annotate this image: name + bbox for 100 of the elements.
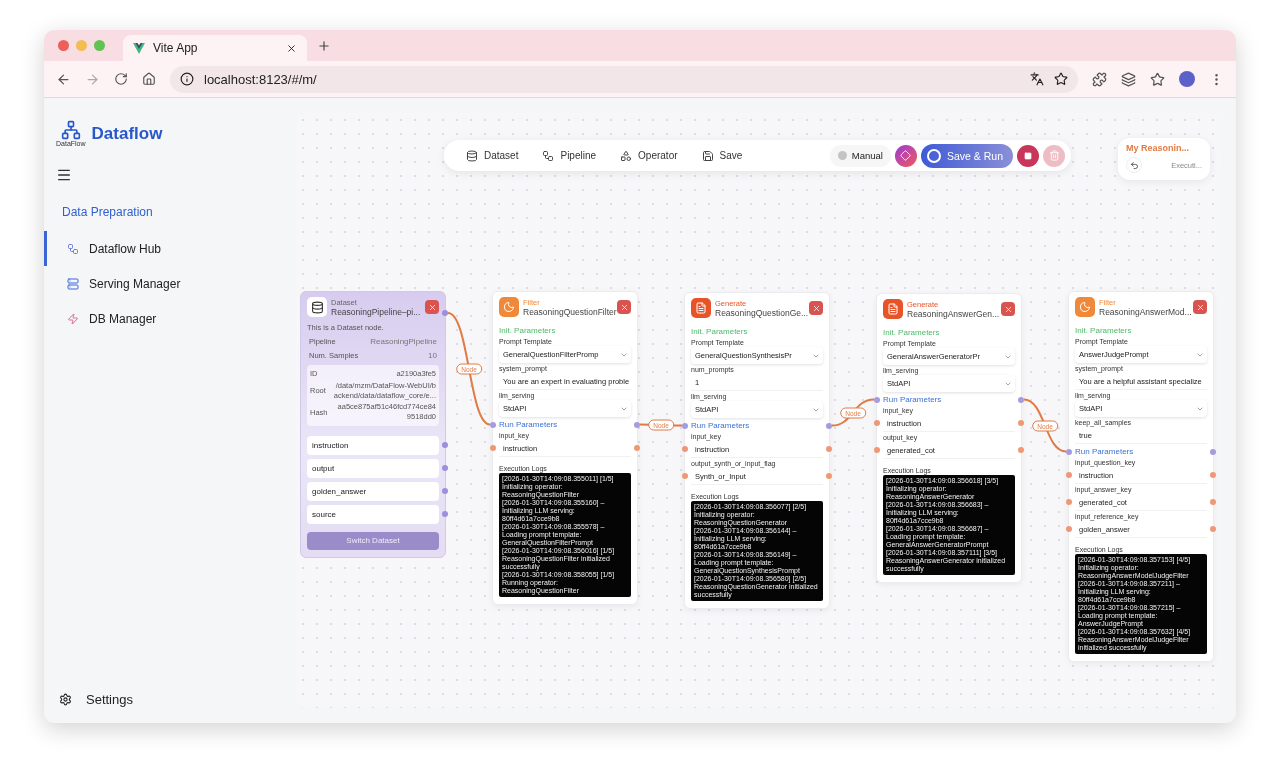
node-title: ReasoningPipeline–pi... [331,306,421,317]
save-run-button[interactable]: Save & Run [920,143,1013,168]
back-icon[interactable] [56,71,71,87]
node-title: ReasoningAnswerGen... [907,308,997,319]
stop-button[interactable] [1017,144,1039,167]
port-handle[interactable] [826,473,832,479]
undo-button[interactable] [1126,157,1142,173]
toolbar-button[interactable]: Save [691,149,753,162]
x-icon [619,302,629,312]
port-handle[interactable] [442,511,448,518]
section-title: Run Parameters [883,395,1015,404]
port-handle[interactable] [634,445,640,451]
port-handle[interactable] [1018,420,1024,426]
forward-icon[interactable] [85,71,100,87]
port-handle[interactable] [682,422,688,429]
operator-node[interactable] [876,293,1022,583]
workflow-icon [542,149,555,162]
x-icon [1195,302,1205,312]
port-handle[interactable] [442,310,448,316]
translate-icon[interactable] [1030,72,1044,86]
operator-node[interactable] [492,291,638,605]
operator-node[interactable] [1068,291,1214,662]
section-title: Run Parameters [691,421,823,430]
port-handle[interactable] [1066,499,1072,505]
new-tab-button[interactable] [317,38,331,53]
manual-toggle[interactable]: Manual [829,144,891,167]
port-handle[interactable] [1066,526,1072,532]
menu-button[interactable] [56,167,72,183]
info-icon[interactable] [180,72,194,86]
window-zoom-control[interactable] [94,40,105,51]
layers-icon[interactable] [1121,71,1136,87]
port-handle[interactable] [1066,448,1072,455]
port-handle[interactable] [874,420,880,426]
port-handle[interactable] [826,446,832,452]
port-handle[interactable] [490,421,496,428]
operator-node[interactable] [684,292,830,609]
port-handle[interactable] [874,396,880,403]
port-handle[interactable] [442,488,448,495]
address-bar[interactable]: localhost:8123/#/m/ [170,65,1078,93]
connector-line [1023,398,1067,453]
toolbar-button[interactable]: Operator [610,149,688,162]
port-handle[interactable] [682,446,688,452]
nav-item[interactable]: Serving Manager [44,266,296,301]
section-title: Init. Parameters [691,327,749,336]
x-icon [811,303,821,313]
dataset-node[interactable] [300,291,446,558]
x-icon [427,302,437,312]
x-icon [1003,304,1013,314]
pipeline-title: My Reasonin... [1126,143,1190,153]
port-handle[interactable] [682,473,688,479]
close-button[interactable] [425,300,439,314]
port-handle[interactable] [442,465,448,472]
trash-icon [1048,150,1060,161]
nav-label: Serving Manager [89,276,181,291]
section-title: Init. Parameters [499,326,557,335]
section-title: Init. Parameters [1075,326,1133,335]
port-handle[interactable] [874,447,880,453]
lightning-icon [67,312,79,325]
port-handle[interactable] [1210,526,1216,532]
section-title: Run Parameters [499,420,631,429]
shapes-icon [620,149,633,162]
settings-icon [59,693,72,706]
section-title: Init. Parameters [883,328,941,337]
port-handle[interactable] [1018,447,1024,453]
stat-value: ReasoningPipeline [370,337,437,346]
window-minimize-control[interactable] [76,40,87,51]
assistant-button[interactable] [894,144,917,167]
close-icon[interactable] [286,42,297,54]
port-handle[interactable] [1210,499,1216,505]
brand-name: Dataflow [91,123,163,144]
window-close-control[interactable] [58,40,69,51]
ring-icon [926,148,941,163]
settings-item[interactable]: Settings [44,692,296,707]
port-handle[interactable] [1066,472,1072,478]
port-handle[interactable] [1018,396,1024,403]
reload-icon[interactable] [114,72,128,86]
settings-label: Settings [86,692,133,707]
close-button[interactable] [617,300,631,314]
port-handle[interactable] [1210,472,1216,478]
nav-label: DB Manager [89,311,157,326]
puzzle-icon[interactable] [1092,71,1107,87]
home-icon[interactable] [142,72,156,86]
port-handle[interactable] [442,442,448,449]
toolbar-button[interactable]: Pipeline [532,149,607,162]
close-button[interactable] [1193,300,1207,314]
section-title: Run Parameters [1075,447,1207,456]
nav-item[interactable]: DB Manager [44,301,296,336]
port-handle[interactable] [1210,448,1216,455]
port-handle[interactable] [490,445,496,451]
browser-tab[interactable]: Vite App [123,35,307,61]
avatar[interactable] [1179,71,1195,87]
close-button[interactable] [1001,302,1015,316]
close-button[interactable] [809,301,823,315]
port-handle[interactable] [634,421,640,428]
logo-icon [60,120,81,140]
star-icon[interactable] [1150,71,1165,87]
star-icon[interactable] [1054,72,1068,86]
port-handle[interactable] [826,422,832,429]
database-icon [466,149,478,162]
toolbar-button[interactable]: Dataset [456,149,529,162]
